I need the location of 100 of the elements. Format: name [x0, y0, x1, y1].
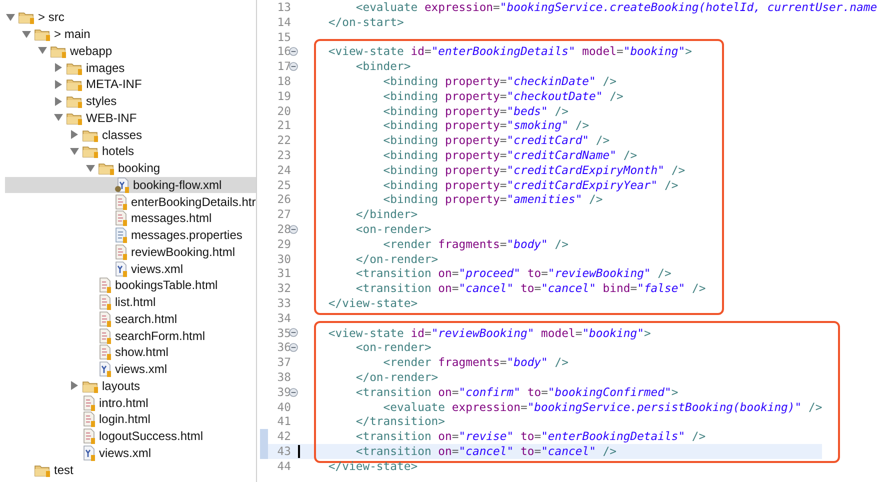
line-number: 18: [276, 74, 291, 89]
html-file-icon: [98, 277, 112, 294]
folder-icon: [66, 110, 83, 125]
tree-item[interactable]: searchForm.html: [5, 327, 256, 344]
tree-item[interactable]: enterBookingDetails.htr: [5, 193, 256, 210]
tree-item[interactable]: classes: [5, 126, 256, 143]
tree-item[interactable]: booking: [5, 160, 256, 176]
xml-file-icon: [114, 260, 128, 277]
line-number: 36: [276, 340, 291, 356]
collapsed-triangle-icon: [70, 381, 78, 390]
fold-icon[interactable]: [289, 224, 298, 234]
tree-item[interactable]: booking-flow.xml: [5, 176, 256, 194]
tree-item[interactable]: views.xml: [5, 260, 256, 277]
folder-icon: [18, 10, 35, 24]
folder-icon: [34, 462, 51, 477]
tree-item[interactable]: list.html: [5, 294, 256, 310]
xml-file-icon: [82, 444, 96, 461]
fold-icon[interactable]: [289, 47, 298, 56]
folder-icon: [82, 128, 99, 142]
tree-item[interactable]: hotels: [5, 143, 256, 160]
line-number: 20: [276, 104, 291, 118]
code-line: </view-state>: [327, 296, 418, 311]
code-line: <binding property="beds" />: [382, 104, 568, 118]
fold-icon[interactable]: [289, 328, 298, 338]
folder-icon: [66, 94, 83, 108]
code-line: <binding property="creditCardExpiryMonth" />: [382, 162, 686, 178]
line-number: 35: [276, 326, 291, 340]
html-file-icon: [82, 394, 96, 411]
code-line: <transition on="proceed" to="reviewBooking" />: [354, 266, 672, 282]
line-number: 37: [276, 355, 291, 370]
line-number: 43: [276, 444, 291, 459]
line-number: 40: [276, 400, 291, 414]
tree-item[interactable]: messages.html: [5, 210, 256, 227]
tree-item[interactable]: test: [5, 461, 256, 478]
fold-icon[interactable]: [289, 343, 298, 352]
code-line: <transition on="revise" to="enterBookingDetails" />: [354, 429, 706, 444]
line-number: 33: [276, 296, 291, 311]
html-file-icon: [98, 328, 112, 344]
line-number: 42: [276, 429, 291, 444]
line-number: 29: [276, 236, 291, 252]
tree-item[interactable]: show.html: [5, 344, 256, 361]
line-number: 39: [276, 384, 291, 400]
tree-item[interactable]: login.html: [5, 411, 256, 428]
code-line: </on-render>: [354, 252, 438, 266]
line-number: 31: [276, 266, 291, 282]
tree-item[interactable]: logoutSuccess.html: [5, 428, 256, 444]
code-line: </transition>: [354, 414, 446, 430]
line-number: 32: [276, 281, 291, 296]
code-line: <binding property="smoking" />: [382, 118, 590, 134]
html-file-icon: [114, 194, 128, 210]
line-number: 24: [276, 162, 291, 178]
line-number: 25: [276, 178, 291, 192]
code-line: <binding property="checkinDate" />: [382, 74, 616, 89]
code-line: <on-render>: [354, 222, 432, 237]
flow-file-icon: [114, 176, 130, 193]
tree-item[interactable]: bookingsTable.html: [5, 277, 256, 294]
tree-item[interactable]: search.html: [5, 310, 256, 328]
code-line: <binding property="creditCard" />: [382, 133, 610, 148]
code-line: <evaluate expression="bookingService.createBooking(hotelId, currentUser.name: [354, 0, 878, 15]
tree-item[interactable]: > src: [5, 9, 256, 26]
code-line: <render fragments="body" />: [382, 355, 568, 370]
line-number: 16: [276, 44, 291, 60]
folder-icon: [82, 378, 99, 393]
tree-item[interactable]: views.xml: [5, 360, 256, 378]
tree-item[interactable]: webapp: [5, 42, 256, 60]
line-number: 44: [276, 458, 291, 474]
tree-item[interactable]: styles: [5, 92, 256, 110]
folder-icon: [98, 161, 115, 176]
tree-item[interactable]: reviewBooking.html: [5, 244, 256, 260]
tree-item[interactable]: WEB-INF: [5, 110, 256, 126]
fold-icon[interactable]: [289, 388, 298, 397]
line-number: 13: [276, 0, 291, 15]
line-number: 38: [276, 370, 291, 385]
tree-item[interactable]: META-INF: [5, 76, 256, 93]
folder-icon: [66, 60, 83, 75]
line-number: 23: [276, 148, 291, 163]
code-line: <view-state id="enterBookingDetails" model="booking">: [327, 44, 692, 60]
html-file-icon: [114, 244, 128, 260]
line-number: 27: [276, 207, 291, 222]
folder-icon: [34, 27, 51, 42]
tree-item[interactable]: messages.properties: [5, 226, 256, 244]
code-line: <transition on="confirm" to="bookingConfirmed">: [354, 384, 678, 400]
line-number: 17: [276, 59, 291, 74]
tree-item[interactable]: > main: [5, 26, 256, 42]
tree-item[interactable]: intro.html: [5, 394, 256, 411]
tree-item[interactable]: images: [5, 59, 256, 76]
code-line: <binding property="checkoutDate" />: [382, 88, 624, 104]
fold-icon[interactable]: [289, 62, 298, 72]
line-number: 30: [276, 252, 291, 266]
folder-icon: [82, 144, 99, 158]
code-line: <binding property="amenities" />: [382, 192, 603, 208]
tree-item[interactable]: layouts: [5, 378, 256, 394]
code-line: </on-start>: [327, 14, 404, 30]
line-number: 14: [276, 14, 291, 30]
expanded-triangle-icon: [54, 113, 62, 122]
line-number: 15: [276, 30, 291, 44]
tree-item[interactable]: views.xml: [5, 444, 256, 462]
html-file-icon: [98, 294, 112, 310]
code-line: <binder>: [354, 59, 411, 74]
code-line: <evaluate expression="bookingService.persistBooking(booking)" />: [382, 400, 822, 414]
